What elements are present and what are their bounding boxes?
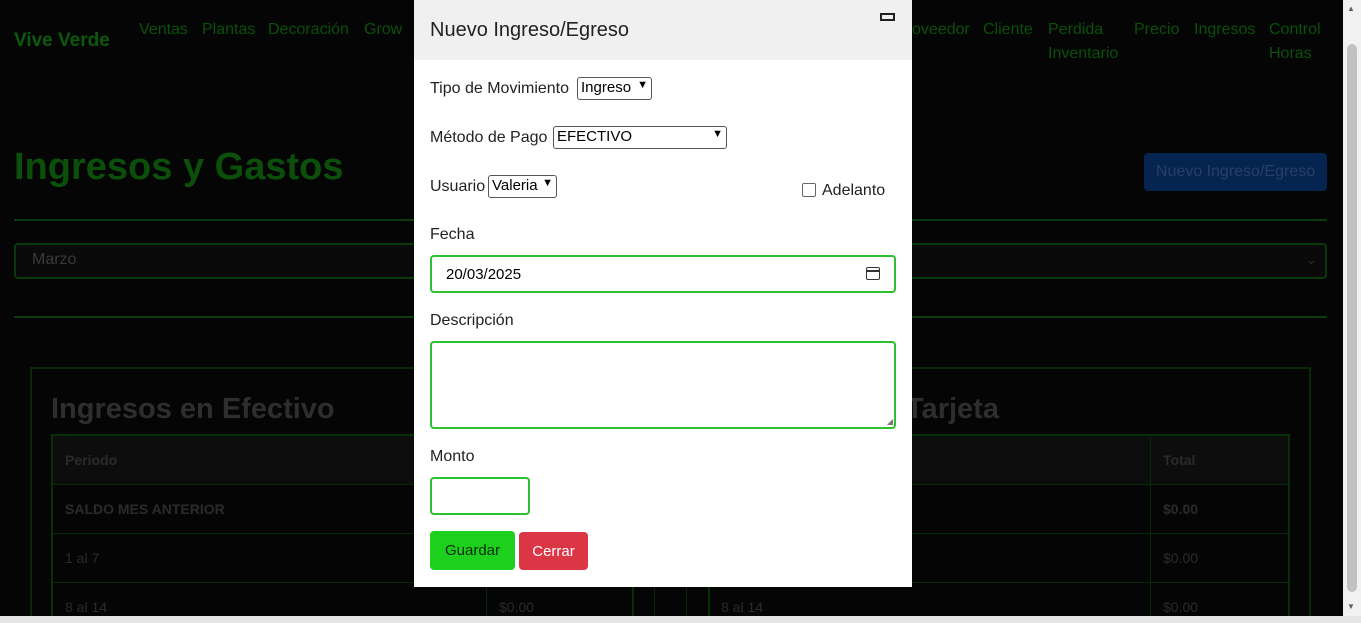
cash-row-value: $0.00 bbox=[499, 599, 535, 615]
nav-horas-label: Horas bbox=[1269, 45, 1312, 62]
monto-label: Monto bbox=[430, 448, 475, 465]
nav-ingresos[interactable]: Ingresos bbox=[1194, 18, 1255, 42]
nav-grow[interactable]: Grow bbox=[364, 18, 402, 42]
taskbar-strip bbox=[0, 616, 1361, 623]
fecha-value: 20/03/2025 bbox=[446, 266, 522, 283]
card-row-total: $0.00 bbox=[1163, 599, 1199, 615]
cash-table-title: Ingresos en Efectivo bbox=[51, 393, 335, 425]
cash-row-period: 1 al 7 bbox=[65, 550, 100, 566]
scroll-down-icon[interactable]: ▼ bbox=[1347, 602, 1355, 611]
brand-logo[interactable]: Vive Verde bbox=[14, 30, 110, 52]
adelanto-checkbox[interactable] bbox=[802, 183, 816, 197]
new-entry-button[interactable]: Nuevo Ingreso/Egreso bbox=[1144, 153, 1327, 191]
nav-perdida-label: Perdida bbox=[1048, 21, 1104, 38]
chevron-down-icon: ▼ bbox=[712, 128, 723, 140]
save-button[interactable]: Guardar bbox=[430, 531, 515, 570]
descripcion-textarea[interactable]: ◢ bbox=[430, 341, 896, 429]
tipo-select-value: Ingreso bbox=[581, 79, 632, 96]
fecha-label: Fecha bbox=[430, 226, 475, 243]
nav-decoracion[interactable]: Decoración bbox=[268, 18, 349, 42]
metodo-select-value: EFECTIVO bbox=[557, 128, 633, 145]
card-header-total: Total bbox=[1163, 452, 1196, 468]
usuario-select-value: Valeria bbox=[492, 177, 538, 194]
card-table-title: Tarjeta bbox=[906, 393, 999, 425]
close-button[interactable]: Cerrar bbox=[519, 532, 588, 570]
nav-proveedor[interactable]: oveedor bbox=[912, 18, 970, 42]
nav-control-label: Control bbox=[1269, 21, 1321, 38]
nav-control-horas[interactable]: Control Horas bbox=[1269, 18, 1321, 66]
nav-perdida-inventario[interactable]: Perdida Inventario bbox=[1048, 18, 1118, 66]
card-row-period: 8 al 14 bbox=[721, 599, 764, 615]
modal-title: Nuevo Ingreso/Egreso bbox=[430, 19, 630, 41]
cash-row-period: 8 al 14 bbox=[65, 599, 108, 615]
calendar-icon[interactable] bbox=[866, 267, 880, 280]
nav-ventas[interactable]: Ventas bbox=[139, 18, 188, 42]
page: Vive Verde Ventas Plantas Decoración Gro… bbox=[0, 0, 1343, 616]
card-row-total: $0.00 bbox=[1163, 501, 1199, 517]
page-title: Ingresos y Gastos bbox=[14, 146, 344, 188]
scroll-up-icon[interactable]: ▲ bbox=[1347, 4, 1355, 13]
minimize-icon[interactable] bbox=[880, 13, 895, 21]
nav-inventario-label: Inventario bbox=[1048, 45, 1119, 62]
tipo-label: Tipo de Movimiento bbox=[430, 80, 570, 97]
adelanto-label: Adelanto bbox=[822, 182, 886, 199]
col-divider bbox=[654, 582, 655, 616]
cash-header-period: Periodo bbox=[65, 452, 118, 468]
month-select-value: Marzo bbox=[32, 251, 77, 268]
cash-row-period: SALDO MES ANTERIOR bbox=[65, 501, 225, 517]
nav-cliente[interactable]: Cliente bbox=[983, 18, 1033, 42]
resize-handle-icon[interactable]: ◢ bbox=[887, 417, 893, 426]
col-divider bbox=[1150, 436, 1151, 616]
usuario-select[interactable]: Valeria ▼ bbox=[488, 175, 557, 198]
metodo-label: Método de Pago bbox=[430, 129, 548, 146]
card-row-total: $0.00 bbox=[1163, 550, 1199, 566]
usuario-label: Usuario bbox=[430, 178, 486, 195]
descripcion-label: Descripción bbox=[430, 312, 514, 329]
col-divider bbox=[686, 582, 687, 616]
modal-header: Nuevo Ingreso/Egreso bbox=[414, 0, 912, 60]
fecha-input[interactable]: 20/03/2025 bbox=[430, 255, 896, 293]
vertical-scrollbar[interactable]: ▲ ▼ bbox=[1343, 0, 1361, 616]
nav-precio[interactable]: Precio bbox=[1134, 18, 1179, 42]
scroll-thumb[interactable] bbox=[1347, 44, 1357, 592]
chevron-down-icon: ▼ bbox=[542, 177, 553, 189]
chevron-down-icon: ⌄ bbox=[1305, 251, 1317, 267]
nav-plantas[interactable]: Plantas bbox=[202, 18, 255, 42]
metodo-select[interactable]: EFECTIVO ▼ bbox=[553, 126, 727, 149]
chevron-down-icon: ▼ bbox=[637, 79, 648, 91]
monto-input[interactable] bbox=[430, 477, 530, 515]
new-entry-modal: Nuevo Ingreso/Egreso Tipo de Movimiento … bbox=[414, 0, 912, 587]
tipo-select[interactable]: Ingreso ▼ bbox=[577, 77, 652, 100]
